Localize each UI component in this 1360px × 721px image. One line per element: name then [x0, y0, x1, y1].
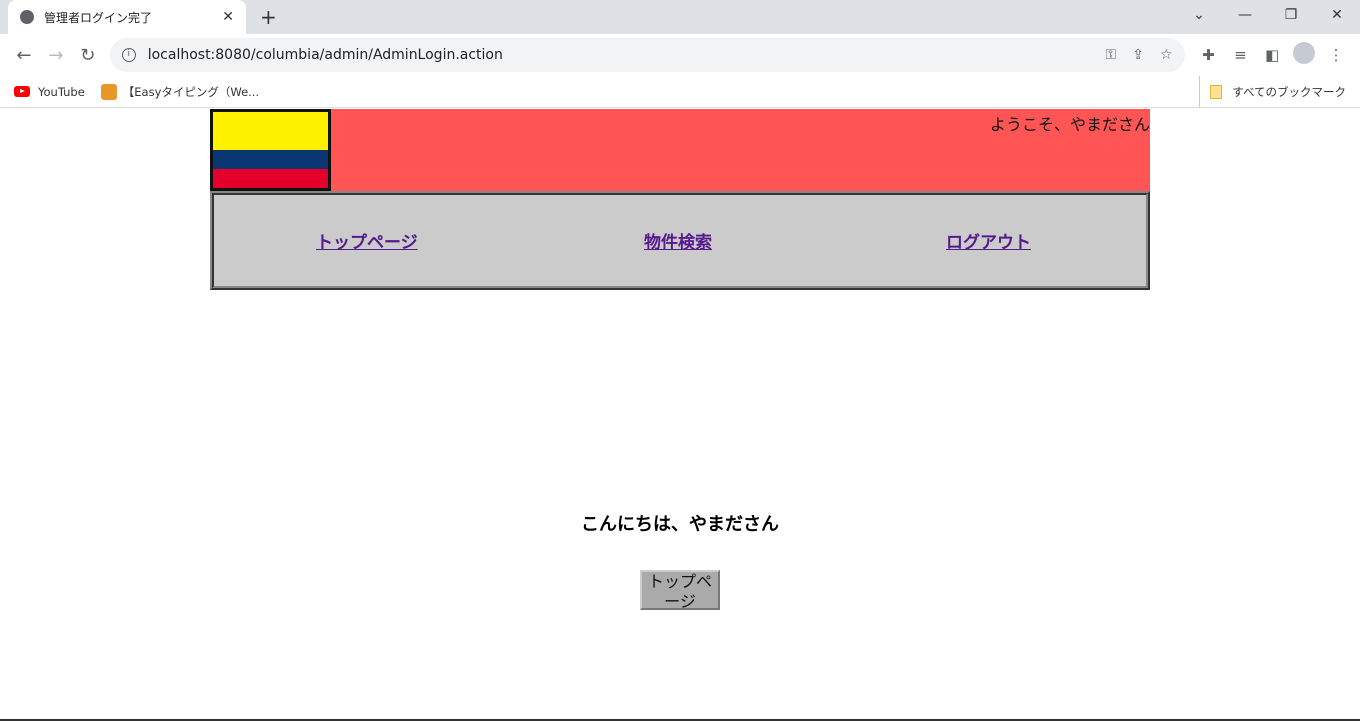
- close-window-button[interactable]: ✕: [1314, 7, 1360, 23]
- back-icon[interactable]: ←: [8, 45, 40, 66]
- tab-title: 管理者ログイン完了: [44, 10, 153, 25]
- bookmark-label: 【Easyタイピング（We...: [122, 84, 260, 99]
- address-bar[interactable]: i localhost:8080/columbia/admin/AdminLog…: [109, 38, 1185, 72]
- site-header: ようこそ、やまださん: [210, 109, 1150, 191]
- side-panel-icon[interactable]: ◧: [1256, 46, 1288, 64]
- nav-property-search[interactable]: 物件検索: [644, 228, 712, 253]
- share-icon[interactable]: ⇪: [1132, 47, 1144, 63]
- browser-toolbar: ← → ↻ i localhost:8080/columbia/admin/Ad…: [0, 34, 1360, 76]
- close-tab-icon[interactable]: ✕: [222, 9, 234, 25]
- all-bookmarks-label: すべてのブックマーク: [1232, 85, 1346, 99]
- nav-logout[interactable]: ログアウト: [946, 228, 1031, 253]
- all-bookmarks[interactable]: すべてのブックマーク: [1199, 76, 1346, 108]
- media-icon[interactable]: ≡: [1224, 46, 1256, 64]
- profile-button[interactable]: [1288, 42, 1320, 68]
- cat-icon: [100, 83, 117, 100]
- url-text[interactable]: localhost:8080/columbia/admin/AdminLogin…: [148, 47, 1090, 63]
- bookmark-youtube[interactable]: YouTube: [14, 85, 85, 99]
- restore-button[interactable]: ❐: [1268, 7, 1314, 23]
- nav-bar: トップページ 物件検索 ログアウト: [210, 191, 1150, 290]
- bookmark-label: YouTube: [38, 84, 85, 99]
- menu-icon[interactable]: ⋮: [1320, 46, 1352, 64]
- star-icon[interactable]: ☆: [1160, 47, 1173, 63]
- browser-tab[interactable]: 管理者ログイン完了 ✕: [8, 0, 246, 34]
- greeting-heading: こんにちは、やまださん: [581, 514, 779, 535]
- reload-icon[interactable]: ↻: [72, 45, 104, 66]
- tab-strip: 管理者ログイン完了 ✕ + ⌄ — ❐ ✕: [0, 0, 1360, 34]
- bookmarks-bar: YouTube 【Easyタイピング（We... すべてのブックマーク: [0, 76, 1360, 108]
- extensions-icon[interactable]: ✚: [1193, 46, 1225, 64]
- new-tab-button[interactable]: +: [260, 5, 277, 29]
- nav-top-page[interactable]: トップページ: [316, 228, 418, 253]
- top-page-button[interactable]: トップページ: [640, 570, 720, 611]
- avatar: [1293, 42, 1316, 64]
- folder-icon: [1210, 85, 1223, 99]
- forward-icon[interactable]: →: [40, 45, 72, 66]
- globe-icon: [20, 10, 34, 24]
- key-icon[interactable]: ⚿: [1106, 47, 1117, 63]
- youtube-icon: [14, 86, 30, 97]
- minimize-button[interactable]: —: [1222, 7, 1268, 23]
- page-container: ようこそ、やまださん トップページ 物件検索 ログアウト: [210, 109, 1150, 290]
- bookmark-easy-typing[interactable]: 【Easyタイピング（We...: [100, 83, 260, 100]
- colombia-flag-logo: [210, 109, 331, 191]
- info-icon[interactable]: i: [121, 48, 136, 62]
- tab-search-icon[interactable]: ⌄: [1176, 7, 1222, 23]
- welcome-text: ようこそ、やまださん: [989, 115, 1150, 134]
